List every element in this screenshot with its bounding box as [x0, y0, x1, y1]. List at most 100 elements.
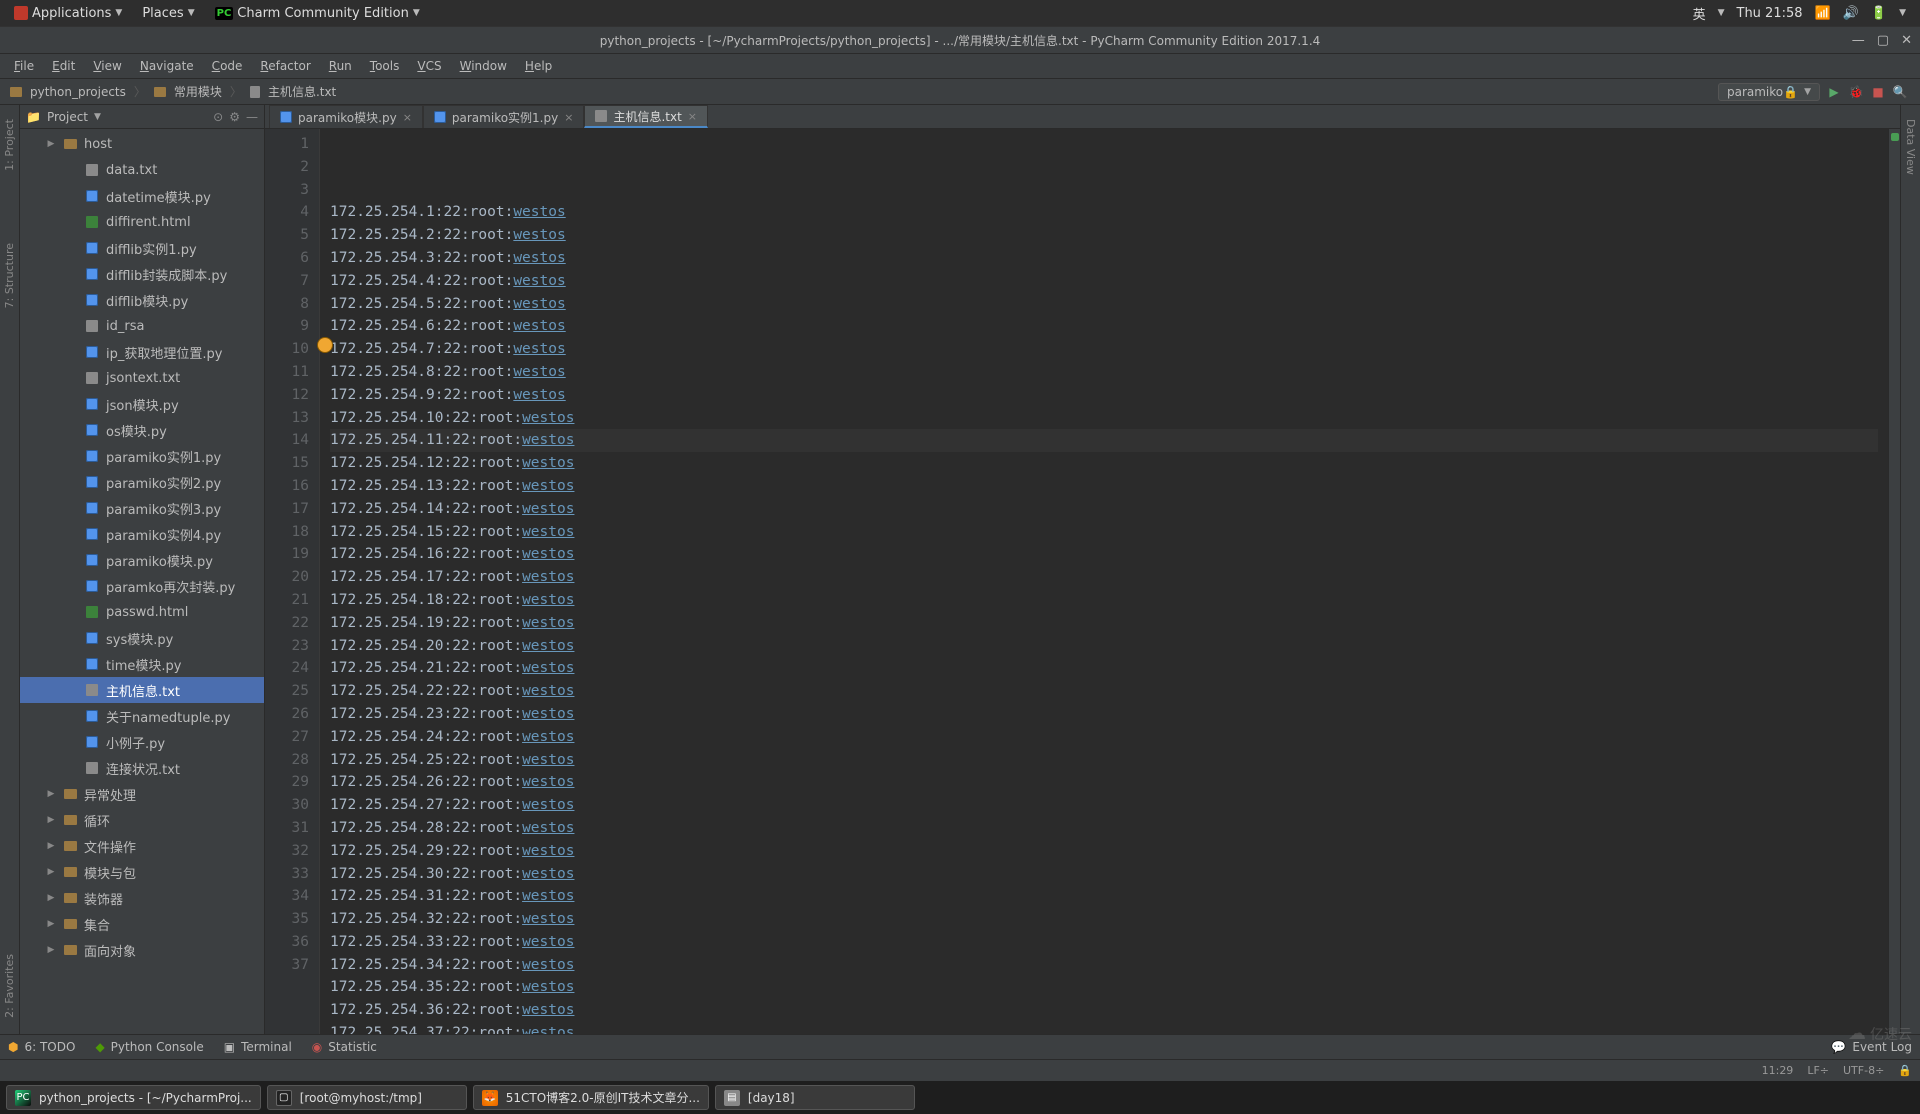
breadcrumb-folder[interactable]: 常用模块	[150, 83, 226, 100]
search-everywhere-icon[interactable]: 🔍	[1892, 84, 1908, 100]
taskbar-app-pycharm[interactable]: PCpython_projects - [~/PycharmProj...	[6, 1085, 261, 1110]
minimize-button[interactable]: —	[1852, 33, 1865, 48]
hide-tool-window-icon[interactable]: —	[246, 110, 258, 124]
project-view-icon[interactable]: 📁	[26, 110, 41, 124]
editor-tab[interactable]: paramiko实例1.py×	[423, 105, 585, 128]
terminal-button[interactable]: ▣Terminal	[224, 1040, 292, 1054]
tree-item[interactable]: difflib封装成脚本.py	[20, 261, 264, 287]
menu-refactor[interactable]: Refactor	[252, 57, 318, 75]
menu-view[interactable]: View	[85, 57, 129, 75]
taskbar-app-files[interactable]: ▤[day18]	[715, 1085, 915, 1110]
todo-tool-button[interactable]: ⬢6: TODO	[8, 1040, 75, 1054]
maximize-button[interactable]: ▢	[1877, 33, 1889, 48]
tree-item[interactable]: paramiko实例2.py	[20, 469, 264, 495]
volume-icon[interactable]: 🔊	[1843, 6, 1859, 21]
line-number-gutter[interactable]: 1234567891011121314151617181920212223242…	[265, 129, 320, 1034]
tree-item[interactable]: difflib实例1.py	[20, 235, 264, 261]
menu-tools[interactable]: Tools	[362, 57, 408, 75]
menu-help[interactable]: Help	[517, 57, 560, 75]
tree-item[interactable]: 连接状况.txt	[20, 755, 264, 781]
tree-item[interactable]: ip_获取地理位置.py	[20, 339, 264, 365]
tree-item[interactable]: paramiko模块.py	[20, 547, 264, 573]
tree-item[interactable]: paramiko实例4.py	[20, 521, 264, 547]
tree-item[interactable]: ▶模块与包	[20, 859, 264, 885]
window-titlebar[interactable]: python_projects - [~/PycharmProjects/pyt…	[0, 26, 1920, 54]
clock-label[interactable]: Thu 21:58	[1737, 6, 1803, 21]
applications-menu-label: Applications	[32, 6, 111, 21]
tree-item[interactable]: paramiko实例3.py	[20, 495, 264, 521]
close-tab-icon[interactable]: ×	[564, 111, 573, 124]
tree-item[interactable]: difflib模块.py	[20, 287, 264, 313]
close-tab-icon[interactable]: ×	[688, 110, 697, 123]
tree-item[interactable]: diffirent.html	[20, 209, 264, 235]
tree-item[interactable]: ▶host	[20, 131, 264, 157]
project-tool-tab[interactable]: 1: Project	[1, 113, 18, 177]
tree-item[interactable]: json模块.py	[20, 391, 264, 417]
tree-item[interactable]: os模块.py	[20, 417, 264, 443]
menu-file[interactable]: File	[6, 57, 42, 75]
places-menu[interactable]: Places ▼	[134, 0, 202, 26]
debug-button[interactable]: 🐞	[1848, 84, 1864, 100]
close-button[interactable]: ✕	[1901, 33, 1912, 48]
tree-item[interactable]: sys模块.py	[20, 625, 264, 651]
dataview-tool-tab[interactable]: Data View	[1902, 113, 1919, 181]
app-indicator[interactable]: PC Charm Community Edition ▼	[207, 0, 428, 26]
structure-tool-tab[interactable]: 7: Structure	[1, 237, 18, 314]
readonly-lock-icon[interactable]: 🔒	[1898, 1064, 1912, 1077]
editor-tabs: paramiko模块.py×paramiko实例1.py×主机信息.txt×	[265, 105, 1900, 129]
menu-edit[interactable]: Edit	[44, 57, 83, 75]
tree-item[interactable]: 主机信息.txt	[20, 677, 264, 703]
tree-item[interactable]: 小例子.py	[20, 729, 264, 755]
tree-item[interactable]: time模块.py	[20, 651, 264, 677]
collapse-all-icon[interactable]: ⊙	[213, 110, 223, 124]
input-method-indicator[interactable]: 英	[1693, 4, 1706, 23]
menu-window[interactable]: Window	[452, 57, 515, 75]
tree-item[interactable]: data.txt	[20, 157, 264, 183]
run-configuration-selector[interactable]: paramiko🔒 ▼	[1718, 83, 1820, 101]
tree-item[interactable]: 关于namedtuple.py	[20, 703, 264, 729]
activities-menu[interactable]: Applications ▼	[6, 0, 130, 26]
tree-item[interactable]: paramko再次封装.py	[20, 573, 264, 599]
tree-item[interactable]: ▶面向对象	[20, 937, 264, 963]
editor-tab[interactable]: 主机信息.txt×	[584, 105, 708, 128]
tree-item[interactable]: ▶异常处理	[20, 781, 264, 807]
tree-item[interactable]: passwd.html	[20, 599, 264, 625]
tree-item[interactable]: ▶循环	[20, 807, 264, 833]
tree-item[interactable]: ▶文件操作	[20, 833, 264, 859]
tree-item[interactable]: id_rsa	[20, 313, 264, 339]
menu-navigate[interactable]: Navigate	[132, 57, 202, 75]
tree-item[interactable]: ▶装饰器	[20, 885, 264, 911]
tree-item-label: passwd.html	[106, 605, 188, 620]
intention-bulb-icon[interactable]	[318, 338, 332, 352]
gear-icon[interactable]: ⚙	[229, 110, 240, 124]
menu-code[interactable]: Code	[204, 57, 251, 75]
stop-button[interactable]: ■	[1870, 84, 1886, 100]
code-editor[interactable]: 172.25.254.1:22:root:westos172.25.254.2:…	[320, 129, 1888, 1034]
project-tree[interactable]: ▶hostdata.txtdatetime模块.pydiffirent.html…	[20, 129, 264, 1034]
tree-item[interactable]: datetime模块.py	[20, 183, 264, 209]
statistic-button[interactable]: ◉Statistic	[312, 1040, 377, 1054]
network-icon[interactable]: 📶	[1815, 6, 1831, 21]
tree-item[interactable]: paramiko实例1.py	[20, 443, 264, 469]
taskbar-app-firefox[interactable]: 🦊51CTO博客2.0-原创IT技术文章分...	[473, 1085, 709, 1110]
battery-icon[interactable]: 🔋	[1871, 6, 1887, 21]
tree-item[interactable]: ▶集合	[20, 911, 264, 937]
project-view-label[interactable]: Project	[47, 110, 88, 124]
firefox-icon: 🦊	[482, 1090, 498, 1106]
error-stripe[interactable]	[1888, 129, 1900, 1034]
menu-vcs[interactable]: VCS	[409, 57, 449, 75]
favorites-tool-tab[interactable]: 2: Favorites	[1, 948, 18, 1024]
tree-item[interactable]: jsontext.txt	[20, 365, 264, 391]
tree-item-label: sys模块.py	[106, 629, 173, 648]
breadcrumb-root[interactable]: python_projects	[6, 85, 130, 99]
python-console-button[interactable]: ◆Python Console	[95, 1040, 203, 1054]
file-encoding[interactable]: UTF-8÷	[1843, 1064, 1884, 1077]
breadcrumb-file[interactable]: 主机信息.txt	[246, 83, 340, 100]
close-tab-icon[interactable]: ×	[403, 111, 412, 124]
editor-tab[interactable]: paramiko模块.py×	[269, 105, 423, 128]
line-separator[interactable]: LF÷	[1807, 1064, 1829, 1077]
caret-position[interactable]: 11:29	[1762, 1064, 1794, 1077]
run-button[interactable]: ▶	[1826, 84, 1842, 100]
menu-run[interactable]: Run	[321, 57, 360, 75]
taskbar-app-terminal[interactable]: ▢[root@myhost:/tmp]	[267, 1085, 467, 1110]
